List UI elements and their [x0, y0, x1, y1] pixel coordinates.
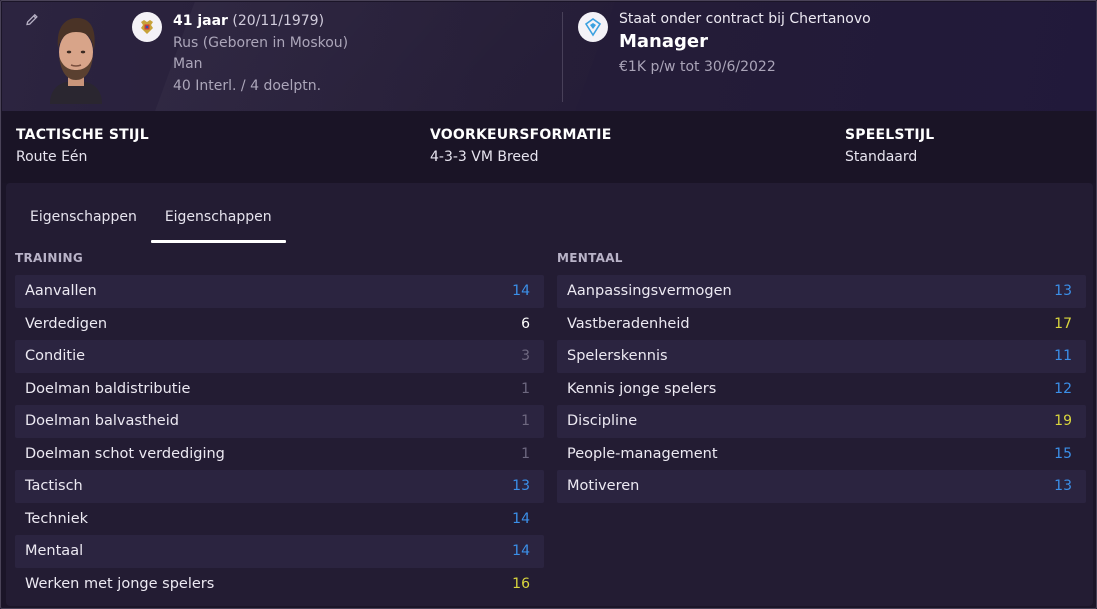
training-attribute-list: Aanvallen 14 Verdedigen 6 Conditie 3 Doelman b… [15, 275, 544, 600]
attribute-name: Aanvallen [25, 283, 97, 300]
mental-attribute-row[interactable]: Vastberadenheid 17 [557, 308, 1086, 341]
international-caps: 40 Interl. / 4 doelptn. [173, 77, 322, 94]
training-attribute-row[interactable]: Tactisch 13 [15, 470, 544, 503]
attribute-name: Doelman balvastheid [25, 413, 179, 430]
attribute-name: Spelerskennis [567, 348, 668, 365]
attribute-value: 14 [512, 283, 530, 300]
attribute-name: Doelman schot verdediging [25, 445, 225, 462]
mental-attribute-row[interactable]: Spelerskennis 11 [557, 340, 1086, 373]
training-attribute-row[interactable]: Techniek 14 [15, 503, 544, 536]
attribute-name: People-management [567, 445, 718, 462]
attribute-name: Vastberadenheid [567, 315, 690, 332]
training-attribute-row[interactable]: Mentaal 14 [15, 535, 544, 568]
preferred-formation: VOORKEURSFORMATIE 4-3-3 VM Breed [430, 126, 611, 170]
attribute-value: 11 [1054, 348, 1072, 365]
training-attribute-row[interactable]: Doelman schot verdediging 1 [15, 438, 544, 471]
attribute-name: Conditie [25, 348, 86, 365]
training-attribute-row[interactable]: Verdedigen 6 [15, 308, 544, 341]
attribute-value: 13 [512, 478, 530, 495]
attribute-value: 15 [1054, 445, 1072, 462]
attribute-value: 12 [1054, 380, 1072, 397]
contract-info: Staat onder contract bij Chertanovo Mana… [619, 10, 871, 78]
attribute-name: Tactisch [25, 478, 83, 495]
training-attribute-row[interactable]: Conditie 3 [15, 340, 544, 373]
header-divider [562, 12, 563, 102]
tab-attributes-1[interactable]: Eigenschappen [16, 203, 151, 241]
attribute-name: Mentaal [25, 543, 84, 560]
tactical-style-strip: TACTISCHE STIJL Route Eén VOORKEURSFORMA… [2, 111, 1096, 183]
mental-section-title: MENTAAL [557, 251, 623, 265]
attribute-tabs: Eigenschappen Eigenschappen [16, 203, 286, 243]
attribute-name: Werken met jonge spelers [25, 575, 215, 592]
playing-style: SPEELSTIJL Standaard [845, 126, 934, 170]
attribute-name: Doelman baldistributie [25, 380, 191, 397]
mental-attribute-row[interactable]: Motiveren 13 [557, 470, 1086, 503]
tactical-style: TACTISCHE STIJL Route Eén [16, 126, 149, 170]
tab-attributes-2[interactable]: Eigenschappen [150, 203, 286, 243]
chertanovo-crest-icon[interactable] [578, 12, 608, 42]
attribute-value: 17 [1054, 315, 1072, 332]
profile-header: 41 jaar (20/11/1979) Rus (Geboren in Mos… [2, 2, 1096, 111]
mental-attribute-row[interactable]: People-management 15 [557, 438, 1086, 471]
attribute-value: 14 [512, 510, 530, 527]
tactical-style-value: Route Eén [16, 149, 88, 165]
avatar [44, 12, 108, 104]
training-attribute-row[interactable]: Werken met jonge spelers 16 [15, 568, 544, 601]
playing-style-value: Standaard [845, 149, 918, 165]
training-section-title: TRAINING [15, 251, 83, 265]
training-attribute-row[interactable]: Doelman balvastheid 1 [15, 405, 544, 438]
attribute-name: Kennis jonge spelers [567, 380, 717, 397]
staff-role: Manager [619, 31, 708, 52]
attribute-value: 13 [1054, 478, 1072, 495]
attribute-value: 1 [521, 445, 530, 462]
attribute-name: Techniek [25, 510, 89, 527]
mental-attribute-list: Aanpassingsvermogen 13 Vastberadenheid 17 Sp… [557, 275, 1086, 503]
tactical-style-label: TACTISCHE STIJL [16, 127, 149, 143]
preferred-formation-label: VOORKEURSFORMATIE [430, 127, 612, 143]
attribute-name: Aanpassingsvermogen [567, 283, 732, 300]
mental-attribute-row[interactable]: Kennis jonge spelers 12 [557, 373, 1086, 406]
age: 41 jaar [173, 13, 228, 29]
birthdate: (20/11/1979) [232, 13, 325, 29]
attributes-panel: Eigenschappen Eigenschappen TRAINING Aan… [6, 183, 1093, 606]
attribute-value: 16 [512, 575, 530, 592]
attribute-value: 19 [1054, 413, 1072, 430]
attribute-name: Verdedigen [25, 315, 108, 332]
staff-profile-panel: 41 jaar (20/11/1979) Rus (Geboren in Mos… [0, 0, 1097, 609]
preferred-formation-value: 4-3-3 VM Breed [430, 149, 539, 165]
attribute-value: 14 [512, 543, 530, 560]
russia-crest-icon [132, 12, 162, 42]
contract-club[interactable]: Staat onder contract bij Chertanovo [619, 10, 871, 28]
mental-attribute-row[interactable]: Aanpassingsvermogen 13 [557, 275, 1086, 308]
attribute-value: 1 [521, 413, 530, 430]
mental-attribute-row[interactable]: Discipline 19 [557, 405, 1086, 438]
attribute-value: 1 [521, 380, 530, 397]
training-attribute-row[interactable]: Doelman baldistributie 1 [15, 373, 544, 406]
attribute-name: Motiveren [567, 478, 640, 495]
personal-info: 41 jaar (20/11/1979) Rus (Geboren in Mos… [173, 11, 348, 97]
attribute-value: 6 [521, 315, 530, 332]
attribute-value: 3 [521, 348, 530, 365]
pencil-icon[interactable] [24, 12, 40, 28]
attribute-value: 13 [1054, 283, 1072, 300]
gender: Man [173, 56, 203, 72]
nationality: Rus (Geboren in Moskou) [173, 34, 349, 51]
playing-style-label: SPEELSTIJL [845, 127, 935, 143]
attribute-name: Discipline [567, 413, 638, 430]
contract-wage: €1K p/w tot 30/6/2022 [619, 59, 776, 75]
training-attribute-row[interactable]: Aanvallen 14 [15, 275, 544, 308]
